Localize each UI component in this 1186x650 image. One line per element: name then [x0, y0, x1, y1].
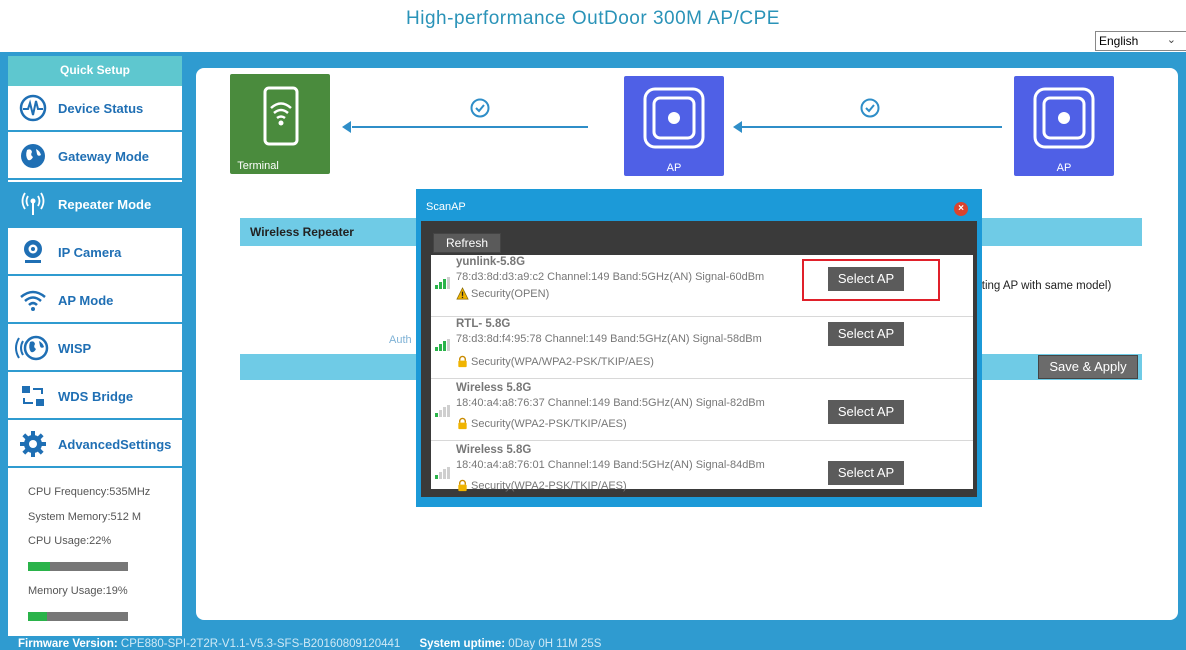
- gear-icon: [8, 429, 58, 459]
- ap-details: 78:d3:8d:f4:95:78 Channel:149 Band:5GHz(…: [456, 333, 762, 345]
- select-ap-button[interactable]: Select AP: [828, 461, 904, 485]
- check-circle-icon: [860, 98, 880, 118]
- antenna-icon: [8, 189, 58, 219]
- ap-details: 78:d3:8d:d3:a9:c2 Channel:149 Band:5GHz(…: [456, 271, 765, 283]
- signal-strength-icon: [435, 277, 450, 289]
- sidebar-item-wisp[interactable]: WISP: [8, 326, 182, 372]
- lock-icon: [458, 355, 467, 368]
- pulse-icon: [8, 93, 58, 123]
- sidebar-item-label: AP Mode: [58, 292, 114, 308]
- sidebar-item-gateway-mode[interactable]: Gateway Mode: [8, 134, 182, 180]
- ap-details: 18:40:a4:a8:76:37 Channel:149 Band:5GHz(…: [456, 397, 765, 409]
- wireless-repeater-title: Wireless Repeater: [250, 225, 354, 239]
- ap-security-text: Security(WPA2-PSK/TKIP/AES): [471, 479, 627, 492]
- language-select[interactable]: English ⌄: [1095, 31, 1186, 51]
- arrow-line: [352, 126, 588, 128]
- sidebar-item-label: Repeater Mode: [58, 196, 152, 212]
- wisp-globe-icon: [8, 333, 58, 363]
- wds-bridge-icon: [8, 381, 58, 411]
- ap-security: Security(WPA2-PSK/TKIP/AES): [456, 417, 627, 430]
- memory-usage-fill: [28, 612, 47, 621]
- language-value: English: [1099, 34, 1139, 48]
- ap-security-text: Security(WPA/WPA2-PSK/TKIP/AES): [471, 355, 654, 368]
- system-memory: System Memory:512 M: [28, 511, 142, 523]
- scanap-dialog: ScanAP × Refresh yunlink-5.8G 78:d3:8d:d…: [416, 189, 982, 507]
- highlight-annotation: [802, 259, 940, 301]
- sidebar-item-ip-camera[interactable]: IP Camera: [8, 230, 182, 276]
- lock-icon: [458, 479, 467, 492]
- arrow-left-icon: [342, 121, 351, 133]
- sidebar-item-label: IP Camera: [58, 244, 122, 260]
- page-title: High-performance OutDoor 300M AP/CPE: [406, 8, 780, 29]
- sidebar-item-label: WDS Bridge: [58, 388, 134, 404]
- uptime-value: 0Day 0H 11M 25S: [508, 638, 602, 650]
- save-apply-button[interactable]: Save & Apply: [1038, 355, 1138, 379]
- ap-label: AP: [1056, 162, 1072, 174]
- sidebar-item-advanced-settings[interactable]: AdvancedSettings: [8, 422, 182, 468]
- terminal-device: Terminal: [230, 74, 330, 174]
- webcam-icon: [8, 237, 58, 267]
- ap-security-text: Security(WPA2-PSK/TKIP/AES): [471, 417, 627, 430]
- ap-device-1: AP: [624, 76, 724, 176]
- warning-icon: [456, 287, 469, 300]
- uptime-label: System uptime:: [419, 638, 506, 650]
- list-item: Wireless 5.8G 18:40:a4:a8:76:01 Channel:…: [431, 441, 973, 503]
- quick-setup-button[interactable]: Quick Setup: [8, 56, 182, 86]
- ap-name: Wireless 5.8G: [456, 444, 532, 456]
- firmware-label: Firmware Version:: [18, 638, 118, 650]
- cpu-frequency: CPU Frequency:535MHz: [28, 486, 151, 498]
- firmware-value: CPE880-SPI-2T2R-V1.1-V5.3-SFS-B201608091…: [120, 638, 401, 650]
- cpu-usage-fill: [28, 562, 50, 571]
- arrow-left-icon: [733, 121, 742, 133]
- router-icon: [1033, 87, 1095, 149]
- footer-status: Firmware Version: CPE880-SPI-2T2R-V1.1-V…: [18, 638, 601, 650]
- router-icon: [643, 87, 705, 149]
- list-item: RTL- 5.8G 78:d3:8d:f4:95:78 Channel:149 …: [431, 317, 973, 379]
- cpu-usage-label: CPU Usage:22%: [28, 535, 112, 547]
- terminal-label: Terminal: [237, 160, 279, 172]
- sidebar-item-label: Device Status: [58, 100, 144, 116]
- lock-icon: [458, 417, 467, 430]
- signal-strength-icon: [435, 339, 450, 351]
- ap-name: Wireless 5.8G: [456, 382, 532, 394]
- sidebar-item-label: Gateway Mode: [58, 148, 150, 164]
- ap-device-2: AP: [1014, 76, 1114, 176]
- cpu-usage-bar: [28, 562, 128, 571]
- globe-icon: [8, 141, 58, 171]
- ap-security: Security(OPEN): [456, 287, 549, 300]
- signal-strength-icon: [435, 405, 450, 417]
- list-item: Wireless 5.8G 18:40:a4:a8:76:37 Channel:…: [431, 379, 973, 441]
- memory-usage-bar: [28, 612, 128, 621]
- chevron-down-icon: ⌄: [1166, 34, 1176, 46]
- arrow-line: [742, 126, 1002, 128]
- sidebar-item-repeater-mode[interactable]: Repeater Mode: [8, 182, 182, 228]
- ap-name: yunlink-5.8G: [456, 256, 526, 268]
- ap-details: 18:40:a4:a8:76:01 Channel:149 Band:5GHz(…: [456, 459, 765, 471]
- select-ap-button[interactable]: Select AP: [828, 322, 904, 346]
- auth-label: Auth: [389, 334, 412, 346]
- sidebar-item-device-status[interactable]: Device Status: [8, 86, 182, 132]
- ap-label: AP: [666, 162, 682, 174]
- sidebar-item-wds-bridge[interactable]: WDS Bridge: [8, 374, 182, 420]
- ap-security-text: Security(OPEN): [471, 287, 550, 300]
- sidebar: Quick Setup Device Status Gateway Mode R…: [8, 56, 182, 636]
- sidebar-item-label: AdvancedSettings: [58, 436, 172, 452]
- check-circle-icon: [470, 98, 490, 118]
- ap-name: RTL- 5.8G: [456, 318, 511, 330]
- select-ap-button[interactable]: Select AP: [828, 400, 904, 424]
- sidebar-item-ap-mode[interactable]: AP Mode: [8, 278, 182, 324]
- dialog-title: ScanAP: [426, 201, 466, 213]
- sidebar-item-label: WISP: [58, 340, 92, 356]
- wifi-icon: [8, 285, 58, 315]
- close-icon[interactable]: ×: [954, 202, 968, 216]
- repeater-note: cting AP with same model): [976, 280, 1112, 292]
- ap-security: Security(WPA2-PSK/TKIP/AES): [456, 479, 627, 492]
- smartphone-icon: [263, 86, 299, 146]
- refresh-button[interactable]: Refresh: [433, 233, 501, 253]
- ap-security: Security(WPA/WPA2-PSK/TKIP/AES): [456, 355, 654, 368]
- signal-strength-icon: [435, 467, 450, 479]
- memory-usage-label: Memory Usage:19%: [28, 585, 128, 597]
